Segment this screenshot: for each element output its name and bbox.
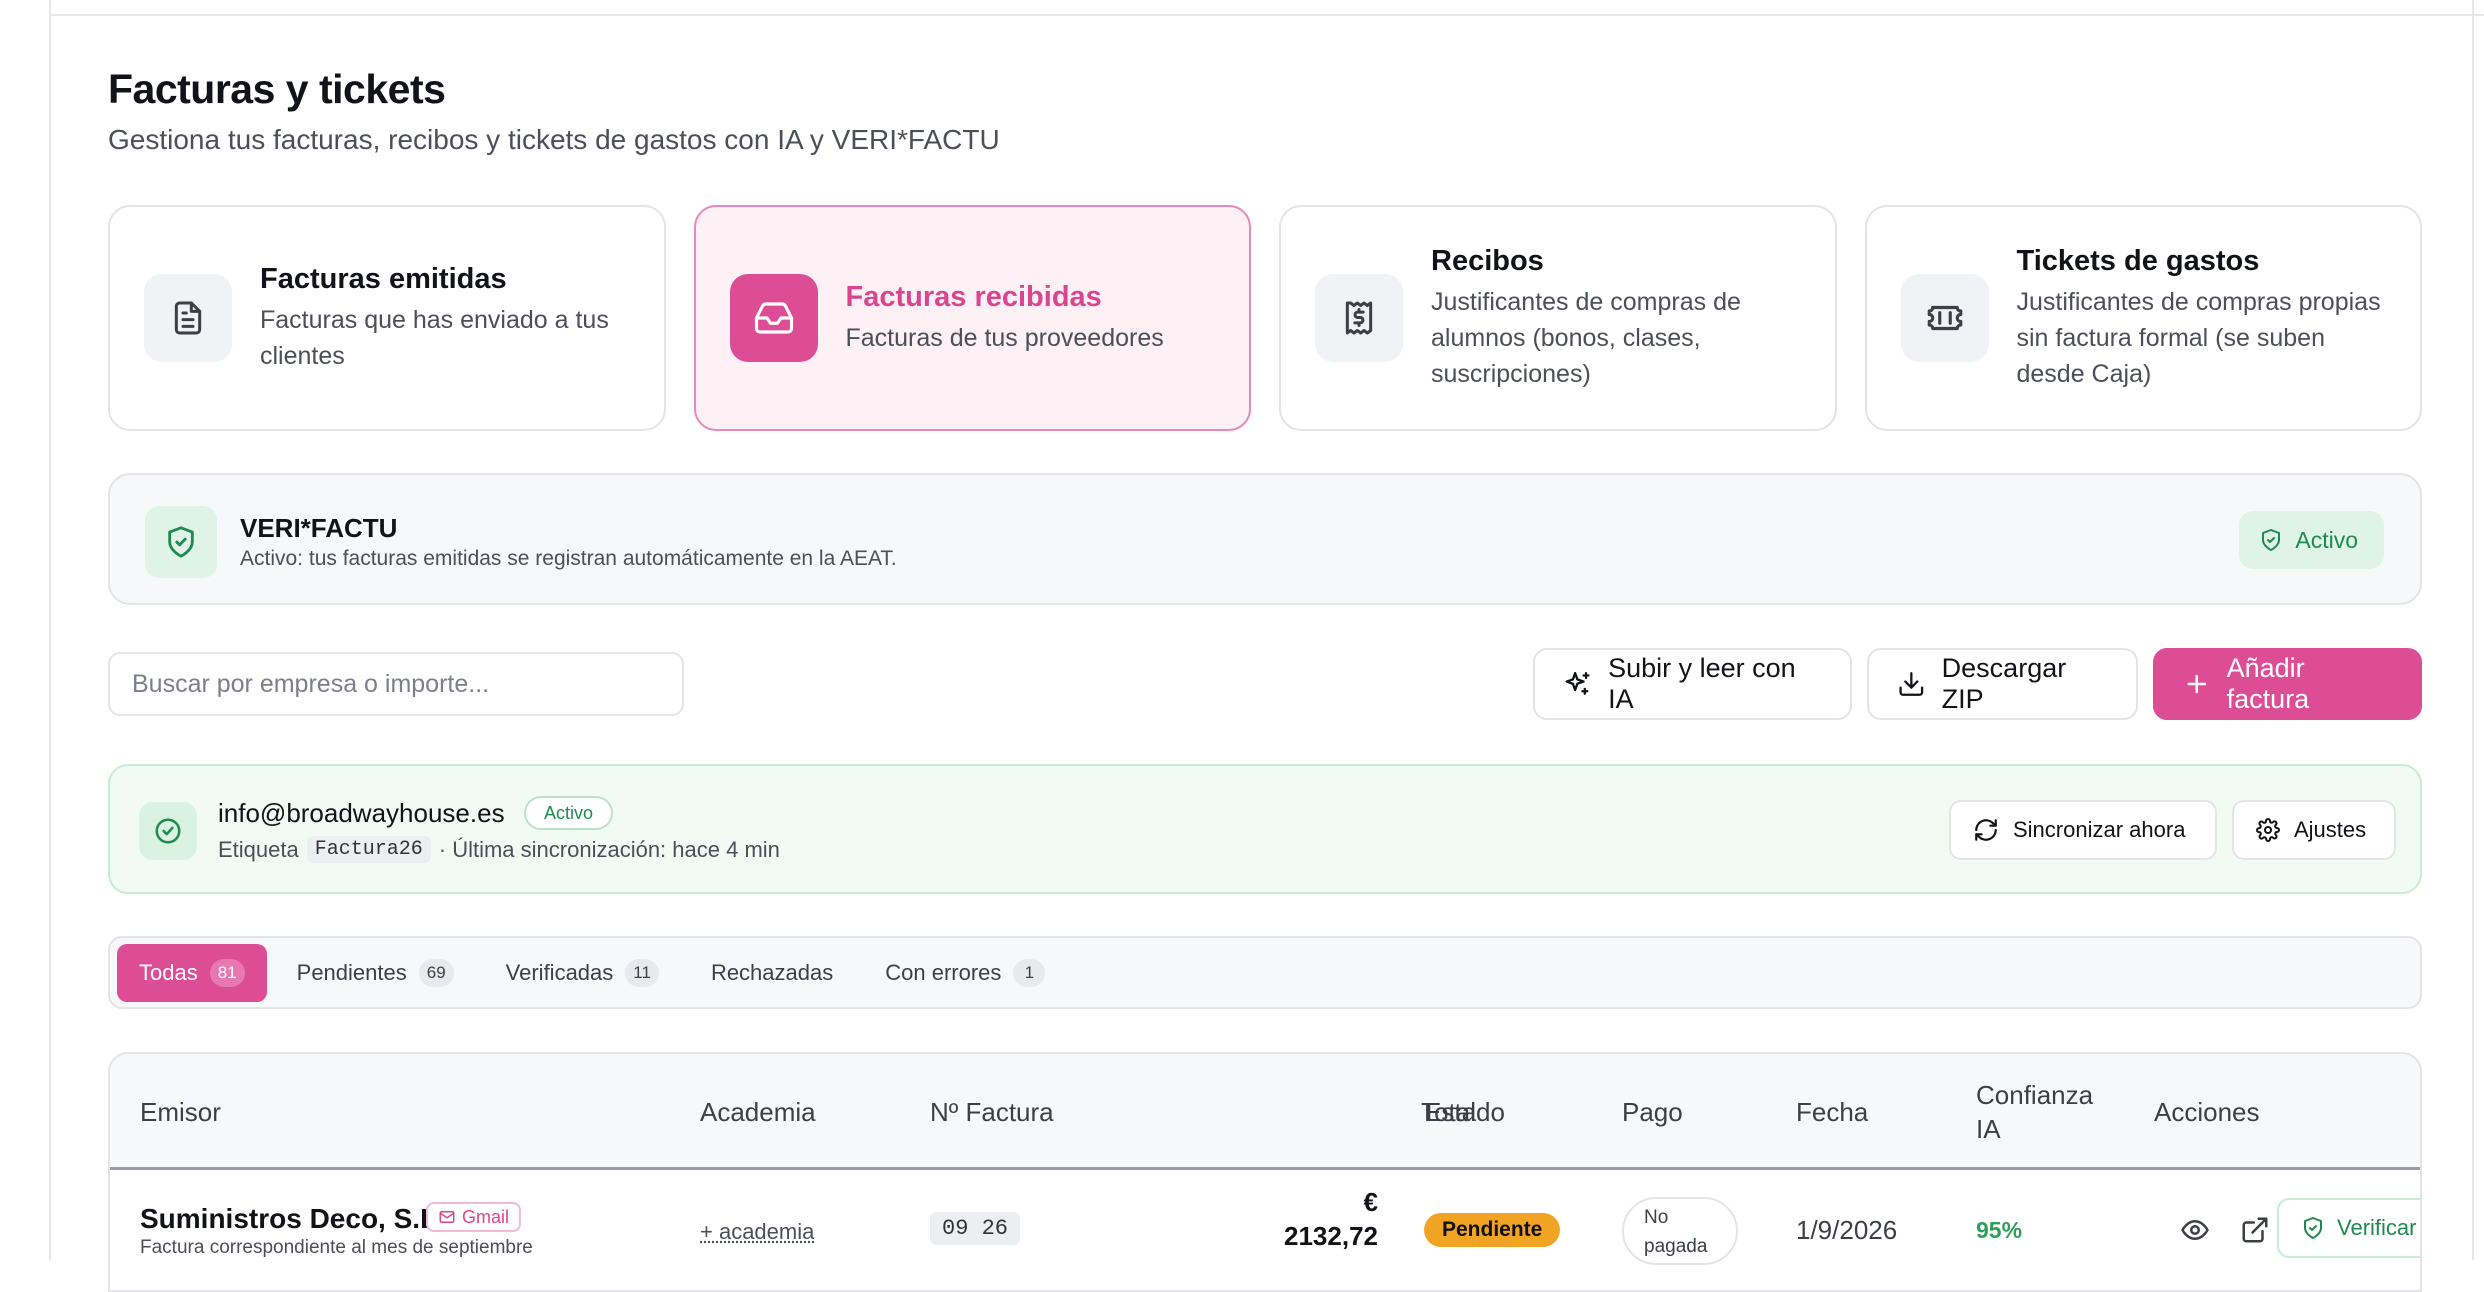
upload-ai-button[interactable]: Subir y leer con IA (1533, 648, 1852, 720)
tab-verificadas[interactable]: Verificadas 11 (484, 944, 681, 1002)
total-amount: 2132,72 (1238, 1219, 1378, 1253)
main-content: Facturas y tickets Gestiona tus facturas… (108, 0, 2422, 1260)
row-description: Factura correspondiente al mes de septie… (140, 1237, 533, 1259)
download-icon (1897, 669, 1926, 699)
column-header-estado[interactable]: Estado (1424, 1054, 1505, 1170)
card-description: Justificantes de compras de alumnos (bon… (1431, 284, 1801, 392)
page-title: Facturas y tickets (108, 66, 445, 113)
plus-icon (2183, 670, 2211, 698)
settings-button[interactable]: Ajustes (2232, 800, 2396, 860)
tab-pendientes[interactable]: Pendientes 69 (275, 944, 476, 1002)
last-sync-text: · Última sincronización: hace 4 min (439, 837, 780, 863)
column-header-confianza[interactable]: Confianza IA (1976, 1054, 2096, 1170)
card-title: Recibos (1431, 245, 1801, 278)
button-label: Verificar (2337, 1215, 2416, 1241)
verify-button[interactable]: Verificar (2277, 1198, 2422, 1258)
verifactu-description: Activo: tus facturas emitidas se registr… (240, 547, 897, 571)
check-circle-icon (139, 802, 197, 860)
gear-icon (2256, 818, 2280, 842)
row-date: 1/9/2026 (1796, 1215, 1897, 1246)
sparkles-icon (1563, 669, 1592, 699)
scrollbar-track[interactable] (2472, 0, 2474, 1260)
eye-icon[interactable] (2176, 1211, 2214, 1249)
tab-label: Con errores (885, 960, 1001, 986)
receipt-dollar-icon (1315, 274, 1403, 362)
sync-email-address: info@broadwayhouse.es (218, 798, 505, 829)
add-academia-link[interactable]: + academia (700, 1219, 814, 1245)
sync-status-badge: Activo (524, 796, 613, 830)
table-header: Emisor Academia Nº Factura Total Estado … (110, 1054, 2422, 1170)
column-header-pago[interactable]: Pago (1622, 1054, 1683, 1170)
sync-now-button[interactable]: Sincronizar ahora (1949, 800, 2217, 860)
button-label: Sincronizar ahora (2013, 817, 2185, 843)
refresh-icon (1973, 817, 1999, 843)
inbox-icon (730, 274, 818, 362)
column-header-acciones: Acciones (2154, 1054, 2260, 1170)
sync-meta: Etiqueta Factura26 · Última sincronizaci… (218, 836, 780, 863)
column-header-academia[interactable]: Academia (700, 1054, 816, 1170)
email-sync-panel: info@broadwayhouse.es Activo Etiqueta Fa… (108, 764, 2422, 894)
tab-label: Pendientes (297, 960, 407, 986)
category-cards: Facturas emitidas Facturas que has envia… (108, 205, 2422, 431)
verifactu-banner: VERI*FACTU Activo: tus facturas emitidas… (108, 473, 2422, 605)
source-badge-gmail: Gmail (426, 1202, 521, 1232)
button-label: Ajustes (2294, 817, 2366, 843)
tag-prefix: Etiqueta (218, 837, 299, 863)
invoices-table: Emisor Academia Nº Factura Total Estado … (108, 1052, 2422, 1292)
mail-icon (438, 1208, 456, 1226)
tab-rechazadas[interactable]: Rechazadas (689, 944, 855, 1002)
column-header-emisor[interactable]: Emisor (140, 1054, 221, 1170)
row-invoice-number: 09 26 (930, 1212, 1020, 1245)
filter-tabs: Todas 81 Pendientes 69 Verificadas 11 Re… (108, 936, 2422, 1009)
shield-check-icon (2259, 528, 2283, 552)
table-row[interactable]: Suministros Deco, S.L. Gmail Factura cor… (110, 1173, 2422, 1292)
shield-check-icon (145, 506, 217, 578)
column-header-numero[interactable]: Nº Factura (930, 1054, 1054, 1170)
payment-status-badge[interactable]: No pagada (1622, 1197, 1738, 1265)
tag-code: Factura26 (307, 836, 431, 863)
download-zip-button[interactable]: Descargar ZIP (1867, 648, 2138, 720)
verifactu-status-badge: Activo (2239, 511, 2384, 569)
add-invoice-button[interactable]: Añadir factura (2153, 648, 2422, 720)
row-total: € 2132,72 (1238, 1185, 1378, 1253)
document-icon (144, 274, 232, 362)
row-confidence: 95% (1976, 1217, 2022, 1244)
status-badge: Pendiente (1424, 1213, 1560, 1247)
shield-check-icon (2301, 1216, 2325, 1240)
app-sidebar-rail (0, 0, 51, 1260)
button-label: Añadir factura (2227, 653, 2392, 715)
tab-count: 69 (419, 959, 454, 987)
row-emisor: Suministros Deco, S.L. (140, 1203, 445, 1235)
column-header-fecha[interactable]: Fecha (1796, 1054, 1868, 1170)
external-link-icon[interactable] (2236, 1211, 2274, 1249)
tab-todas[interactable]: Todas 81 (117, 944, 267, 1002)
tab-label: Verificadas (506, 960, 614, 986)
card-title: Tickets de gastos (2017, 245, 2387, 278)
button-label: Subir y leer con IA (1608, 653, 1822, 715)
button-label: Descargar ZIP (1942, 653, 2108, 715)
tab-label: Rechazadas (711, 960, 833, 986)
card-description: Justificantes de compras propias sin fac… (2017, 284, 2387, 392)
card-description: Facturas que has enviado a tus clientes (260, 302, 630, 374)
badge-label: Activo (2295, 527, 2358, 554)
card-recibos[interactable]: Recibos Justificantes de compras de alum… (1279, 205, 1837, 431)
card-title: Facturas emitidas (260, 263, 630, 296)
card-tickets-gastos[interactable]: Tickets de gastos Justificantes de compr… (1865, 205, 2423, 431)
total-currency: € (1238, 1185, 1378, 1219)
card-title: Facturas recibidas (846, 281, 1164, 314)
page-subtitle: Gestiona tus facturas, recibos y tickets… (108, 124, 1000, 156)
tab-label: Todas (139, 960, 198, 986)
card-facturas-recibidas[interactable]: Facturas recibidas Facturas de tus prove… (694, 205, 1252, 431)
badge-label: Gmail (462, 1207, 509, 1228)
tab-count: 81 (210, 959, 245, 987)
ticket-icon (1901, 274, 1989, 362)
search-input[interactable] (108, 652, 684, 716)
tab-count: 1 (1013, 959, 1045, 987)
card-facturas-emitidas[interactable]: Facturas emitidas Facturas que has envia… (108, 205, 666, 431)
card-description: Facturas de tus proveedores (846, 320, 1164, 356)
tab-count: 11 (625, 959, 659, 987)
tab-con-errores[interactable]: Con errores 1 (863, 944, 1067, 1002)
verifactu-title: VERI*FACTU (240, 513, 397, 544)
